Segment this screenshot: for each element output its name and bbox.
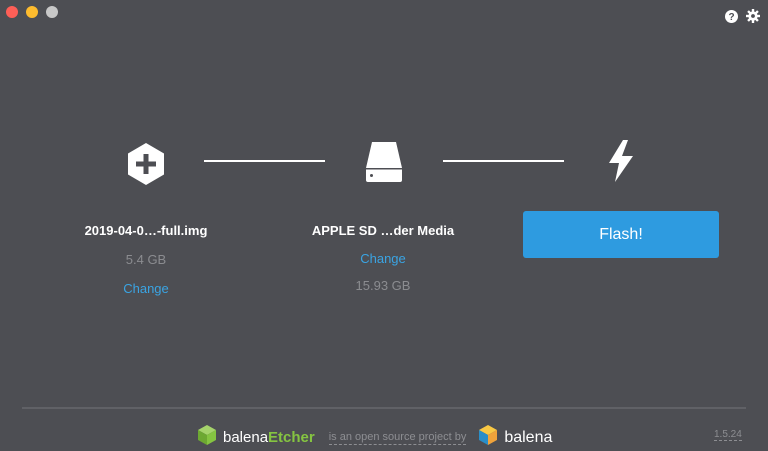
svg-text:?: ? bbox=[728, 12, 734, 23]
help-icon[interactable]: ? bbox=[725, 9, 738, 23]
change-image-link[interactable]: Change bbox=[46, 281, 246, 296]
footer: balenaEtcher is an open source project b… bbox=[197, 424, 552, 451]
etcher-brand-link[interactable]: balenaEtcher bbox=[223, 429, 315, 446]
brand-prefix: balena bbox=[223, 429, 269, 446]
window-controls bbox=[6, 6, 58, 18]
tagline-text: is an open source project by bbox=[328, 430, 467, 445]
version-label[interactable]: 1.5.24 bbox=[714, 429, 742, 441]
image-step-info: 2019-04-0…-full.img 5.4 GB Change bbox=[46, 223, 246, 296]
drive-step-info: APPLE SD …der Media Change 15.93 GB bbox=[283, 223, 483, 293]
image-size: 5.4 GB bbox=[125, 252, 167, 267]
flash-icon bbox=[606, 140, 636, 182]
gear-icon[interactable] bbox=[746, 9, 760, 23]
step-connector-2 bbox=[443, 160, 564, 162]
minimize-window-button[interactable] bbox=[26, 6, 38, 18]
change-drive-link[interactable]: Change bbox=[283, 251, 483, 266]
flash-button[interactable]: Flash! bbox=[523, 211, 719, 258]
balena-brand-link[interactable]: balena bbox=[504, 429, 552, 447]
image-file-name: 2019-04-0…-full.img bbox=[84, 223, 208, 238]
balena-logo-icon bbox=[478, 424, 498, 451]
drive-icon[interactable] bbox=[364, 140, 404, 184]
zoom-window-button[interactable] bbox=[46, 6, 58, 18]
step-connector-1 bbox=[204, 160, 325, 162]
brand-suffix: Etcher bbox=[268, 429, 315, 446]
drive-size: 15.93 GB bbox=[355, 278, 411, 293]
add-image-icon[interactable] bbox=[126, 142, 166, 186]
drive-name: APPLE SD …der Media bbox=[311, 223, 455, 238]
close-window-button[interactable] bbox=[6, 6, 18, 18]
footer-divider bbox=[22, 407, 746, 409]
toolbar: ? bbox=[725, 9, 760, 23]
etcher-logo-icon bbox=[197, 424, 217, 451]
